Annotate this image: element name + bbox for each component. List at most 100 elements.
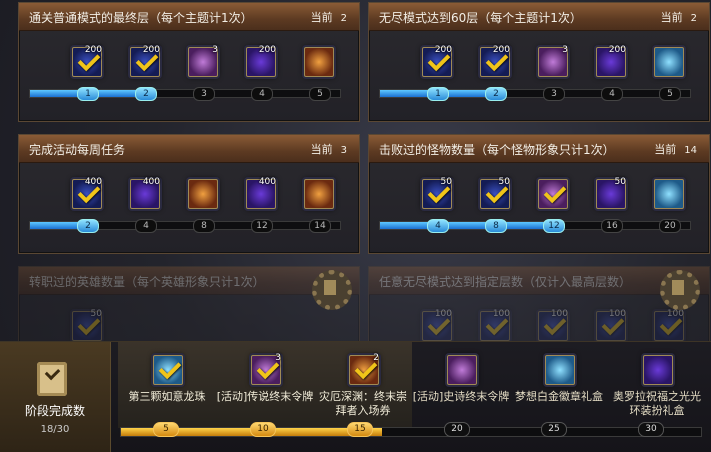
reward-item[interactable]: 100 (538, 309, 568, 341)
reward-count: 3 (212, 45, 218, 55)
stage-node: 10 (250, 422, 276, 437)
reward-count: 400 (258, 177, 276, 187)
task-progress-bar (29, 221, 341, 230)
progress-node: 4 (251, 87, 273, 101)
progress-node: 2 (485, 87, 507, 101)
gear-complete-icon (660, 270, 700, 310)
reward-item[interactable]: 400 (72, 177, 102, 209)
progress-node: 12 (251, 219, 273, 233)
task-panel-header: 击败过的怪物数量（每个怪物形象只计1次） 当前 14 (369, 135, 709, 163)
stage-reward-card[interactable]: 奥罗拉祝福之光光环装扮礼盒 (608, 342, 706, 428)
stage-reward-card[interactable]: 第三颗如意龙珠 (118, 342, 216, 428)
stage-reward-label: 第三颗如意龙珠 (128, 390, 206, 403)
reward-item[interactable]: 200 (72, 45, 102, 77)
stage-node: 5 (153, 422, 179, 437)
reward-count: 200 (608, 45, 626, 55)
progress-node: 4 (427, 219, 449, 233)
scroll-check-icon (37, 362, 67, 396)
reward-item[interactable]: 200 (130, 45, 160, 77)
stage-reward-card[interactable]: 3 [活动]传说终末令牌 (216, 342, 314, 428)
stage-reward-icon[interactable] (545, 355, 575, 385)
stage-reward-card[interactable]: 梦想白金徽章礼盒 (510, 342, 608, 428)
stage-reward-icon[interactable] (643, 355, 673, 385)
progress-node: 8 (193, 219, 215, 233)
progress-node: 20 (659, 219, 681, 233)
progress-node: 4 (135, 219, 157, 233)
reward-count: 400 (142, 177, 160, 187)
check-icon (543, 180, 567, 204)
stage-title: 阶段完成数 (24, 404, 85, 418)
reward-item[interactable] (188, 179, 218, 209)
reward-item[interactable]: 400 (246, 177, 276, 209)
gear-complete-icon (312, 270, 352, 310)
stage-reward-icon[interactable] (153, 355, 183, 385)
reward-item[interactable] (654, 179, 684, 209)
reward-item[interactable]: 200 (480, 45, 510, 77)
stage-reward-icon[interactable]: 2 (349, 353, 379, 385)
current-count: 当前 2 (310, 11, 347, 24)
progress-node: 12 (543, 219, 565, 233)
stage-reward-label: 梦想白金徽章礼盒 (515, 390, 603, 403)
task-progress-bar (379, 89, 691, 98)
task-title: 无尽模式达到60层（每个主题计1次） (379, 11, 582, 25)
reward-item[interactable]: 50 (72, 309, 102, 341)
task-title: 击败过的怪物数量（每个怪物形象只计1次） (379, 143, 615, 157)
reward-count: 50 (614, 177, 626, 187)
reward-item[interactable]: 400 (130, 177, 160, 209)
task-title: 完成活动每周任务 (29, 143, 126, 157)
reward-item[interactable]: 200 (596, 45, 626, 77)
task-panel-header: 任意无尽模式达到指定层数（仅计入最高层数）完成 (369, 267, 709, 295)
task-progress-bar (379, 221, 691, 230)
reward-item[interactable]: 3 (538, 45, 568, 77)
reward-item[interactable] (654, 47, 684, 77)
current-count: 当前 3 (310, 143, 347, 156)
progress-node: 1 (427, 87, 449, 101)
task-title: 通关普通模式的最终层（每个主题计1次） (29, 11, 253, 25)
stage-reward-label: 灾厄深渊：终末崇拜者入场券 (319, 390, 407, 417)
task-panel-header: 通关普通模式的最终层（每个主题计1次） 当前 2 (19, 3, 359, 31)
progress-node: 3 (193, 87, 215, 101)
stage-node: 15 (347, 422, 373, 437)
reward-item[interactable]: 3 (188, 45, 218, 77)
current-count: 当前 2 (660, 11, 697, 24)
task-panel: 无尽模式达到60层（每个主题计1次） 当前 2 200 200 3 200 1 2 3 4 5 (368, 2, 710, 122)
reward-item[interactable]: 200 (422, 45, 452, 77)
reward-item[interactable]: 50 (596, 177, 626, 209)
stage-reward-bar: 阶段完成数 18/30 第三颗如意龙珠 3 [活动]传说终末令牌 2 灾厄深渊：终末崇拜… (0, 341, 711, 452)
task-progress-bar (29, 89, 341, 98)
reward-count: 3 (562, 45, 568, 55)
progress-node: 16 (601, 219, 623, 233)
progress-node: 2 (77, 219, 99, 233)
stage-reward-icon[interactable]: 3 (251, 353, 281, 385)
task-title: 转职过的英雄数量（每个英雄形象只计1次） (29, 275, 265, 289)
stage-reward-card[interactable]: 2 灾厄深渊：终末崇拜者入场券 (314, 342, 412, 428)
reward-item[interactable] (304, 179, 334, 209)
reward-item[interactable] (538, 179, 568, 209)
reward-item[interactable]: 100 (596, 309, 626, 341)
stage-reward-icon[interactable] (447, 355, 477, 385)
reward-count: 200 (258, 45, 276, 55)
stage-summary: 阶段完成数 18/30 (0, 342, 111, 452)
reward-item[interactable]: 100 (480, 309, 510, 341)
reward-item[interactable]: 50 (422, 177, 452, 209)
reward-item[interactable]: 100 (422, 309, 452, 341)
stage-reward-card[interactable]: [活动]史诗终末令牌 (412, 342, 510, 428)
stage-reward-label: [活动]史诗终末令牌 (412, 390, 510, 403)
task-title: 任意无尽模式达到指定层数（仅计入最高层数） (379, 275, 632, 289)
reward-item[interactable] (304, 47, 334, 77)
task-panel: 通关普通模式的最终层（每个主题计1次） 当前 2 200 200 3 200 1 2 3 4 5 (18, 2, 360, 122)
progress-node: 4 (601, 87, 623, 101)
reward-item[interactable]: 50 (480, 177, 510, 209)
stage-node: 25 (541, 422, 567, 437)
stage-progress: 18/30 (40, 424, 70, 435)
task-panel-header: 无尽模式达到60层（每个主题计1次） 当前 2 (369, 3, 709, 31)
reward-item[interactable]: 100 (654, 309, 684, 341)
progress-node: 5 (309, 87, 331, 101)
progress-node: 1 (77, 87, 99, 101)
reward-item[interactable]: 200 (246, 45, 276, 77)
current-count: 当前 14 (654, 143, 697, 156)
task-panel-header: 转职过的英雄数量（每个英雄形象只计1次）完成 (19, 267, 359, 295)
check-icon (158, 356, 182, 380)
stage-node: 20 (444, 422, 470, 437)
stage-reward-label: [活动]传说终末令牌 (216, 390, 314, 403)
